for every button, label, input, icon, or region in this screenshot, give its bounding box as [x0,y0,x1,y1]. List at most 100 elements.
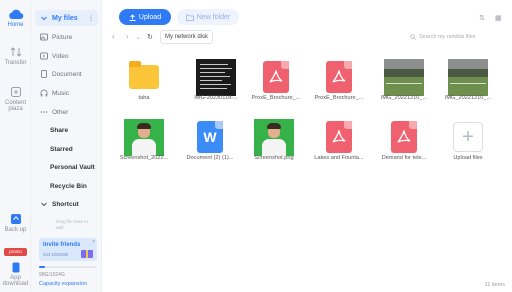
sidebar-item-video[interactable]: Video [35,48,98,64]
search-icon [410,34,416,40]
chevron-down-icon [41,202,47,207]
refresh-icon[interactable]: ↻ [147,33,153,41]
document-icon [41,70,47,78]
file-name: Upload files [453,155,483,161]
back-arrow-icon[interactable]: ‹ [112,32,115,41]
rail-app-download-label: App download [2,275,29,287]
sort-icon[interactable]: ⇅ [479,14,485,22]
image-thumbnail [448,58,488,96]
more-icon[interactable]: ⋮ [88,15,94,22]
headphones-icon [40,89,48,97]
folder-icon [129,61,159,89]
video-icon [40,52,48,60]
file-name: Lakes and Founta... [314,155,364,161]
search-box[interactable] [406,30,506,44]
grid-view-icon[interactable]: ▦ [495,14,502,22]
file-name: Document (2) (1)... [186,155,234,161]
new-folder-label: New folder [196,13,231,21]
file-tile[interactable]: IMG_20221210_... [441,57,495,117]
sidebar-item-document[interactable]: Document [35,66,98,82]
shortcut-hint: Drag file here to add [56,219,89,230]
sidebar-item-starred[interactable]: Starred [35,141,98,157]
plus-icon: + [453,122,483,152]
rail-backup-label: Back up [4,227,27,233]
sidebar-item-my-files[interactable]: My files ⋮ [35,10,98,26]
file-tile[interactable]: W Document (2) (1)... [183,117,237,177]
storage-text: 99G/1024G [39,272,65,278]
sidebar-item-label: Shortcut [52,200,79,208]
invite-title: Invite friends [43,242,81,248]
sidebar-item-music[interactable]: Music [35,85,98,101]
sidebar-item-label: Music [52,89,69,97]
app-rail: Home Transfer Content plaza Back up prom… [0,0,31,292]
sidebar-item-label: Picture [52,33,73,41]
pdf-icon [391,121,417,153]
storage-fill [39,266,45,268]
folder-plus-icon [185,14,194,21]
backup-icon [10,214,21,224]
rail-home[interactable]: Home [0,8,31,28]
file-name: taha [138,95,150,101]
rail-backup[interactable]: Back up [0,213,31,233]
file-tile[interactable]: ProxE_Brochure_... [249,57,303,117]
file-tile[interactable]: IMG_20221210_... [377,57,431,117]
image-thumbnail [384,58,424,96]
capacity-expansion-link[interactable]: Capacity expansion [39,281,87,287]
storage-bar [39,266,97,268]
file-name: ProxE_Brochure_... [251,95,301,101]
ellipsis-icon [40,111,48,113]
rail-content-plaza[interactable]: Content plaza [0,86,31,112]
transfer-icon [10,47,21,57]
upload-files-tile[interactable]: + Upload files [441,117,495,177]
sidebar-item-personal-vault[interactable]: Personal Vault [35,159,98,175]
invite-subtitle: Get 1024GB [43,252,69,257]
file-tile[interactable]: Lakes and Founta... [312,117,366,177]
image-thumbnail [124,118,164,156]
pdf-icon [263,61,289,93]
upload-icon [129,13,136,21]
file-tile[interactable]: taha [117,57,171,117]
chevron-down-icon [41,16,47,21]
file-name: ProxE_Brochure_... [314,95,364,101]
close-icon[interactable]: × [92,239,95,245]
rail-app-download[interactable]: App download [0,262,31,287]
forward-arrow-icon[interactable]: › [126,32,129,41]
image-thumbnail [196,58,236,96]
upload-label: Upload [138,13,162,21]
chevron-down-icon[interactable]: ⌄ [136,34,141,41]
file-tile[interactable]: ProxE_Brochure_... [312,57,366,117]
rail-content-plaza-label: Content plaza [4,100,26,112]
file-name: Screenshot.png [254,155,294,161]
rail-transfer-label: Transfer [4,60,27,66]
sidebar-item-picture[interactable]: Picture [35,29,98,45]
phone-icon [12,262,19,273]
file-name: IMG_20221210_... [380,95,428,101]
file-tile[interactable]: Screenshot.png [247,117,301,177]
word-doc-icon: W [197,121,223,153]
file-name: IMG_20221210_... [444,95,492,101]
file-name: IMG-20230118-... [194,95,238,101]
sidebar-item-shortcut[interactable]: Shortcut [35,196,98,212]
file-tile[interactable]: Demand for tele... [377,117,431,177]
cloud-icon [8,9,23,20]
rail-home-label: Home [7,22,24,28]
promo-badge[interactable]: promo [4,248,27,256]
sidebar-item-label: Other [52,108,69,116]
picture-icon [40,33,48,41]
file-tile[interactable]: IMG-20230118-... [189,57,243,117]
image-thumbnail [254,118,294,156]
sidebar-item-recycle-bin[interactable]: Recycle Bin [35,178,98,194]
file-name: Screenshot_2022... [119,155,169,161]
sidebar-item-share[interactable]: Share [35,122,98,138]
search-input[interactable] [419,34,503,40]
new-folder-button[interactable]: New folder [177,9,239,25]
sidebar-item-label: My files [52,14,78,22]
upload-button[interactable]: Upload [119,9,171,25]
pdf-icon [326,121,352,153]
file-tile[interactable]: Screenshot_2022... [117,117,171,177]
rail-transfer[interactable]: Transfer [0,46,31,66]
breadcrumb[interactable]: My network disk [160,30,214,44]
sidebar-item-other[interactable]: Other [35,104,98,120]
gift-icon [81,250,93,258]
invite-friends-banner[interactable]: Invite friends Get 1024GB × [39,238,97,261]
